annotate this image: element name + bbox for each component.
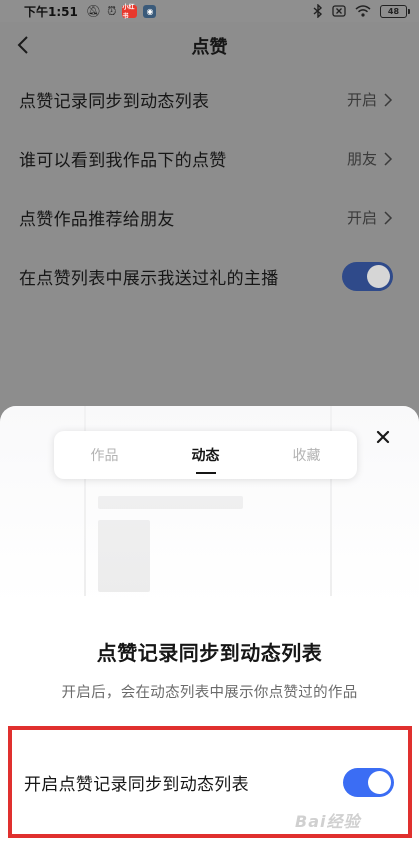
toggle-knob	[368, 770, 391, 794]
battery-icon: 48	[380, 4, 410, 18]
app-notification-icon: 小红书	[122, 4, 138, 20]
tab-favorites: 收藏	[292, 448, 321, 464]
setting-label: 点赞作品推荐给朋友	[19, 210, 175, 230]
toggle-knob	[367, 265, 390, 288]
setting-value: 开启	[346, 209, 377, 227]
chevron-right-icon	[384, 151, 393, 166]
setting-label: 在点赞列表中展示我送过礼的主播	[19, 269, 279, 289]
sync-likes-toggle[interactable]	[343, 767, 394, 797]
sheet-title: 点赞记录同步到动态列表	[96, 641, 323, 665]
tab-activity: 动态	[155, 445, 256, 465]
status-time: 下午1:51	[24, 4, 78, 19]
setting-value-group: 开启	[347, 89, 393, 110]
close-icon[interactable]	[374, 428, 392, 446]
page-title: 点赞	[191, 37, 228, 58]
setting-label: 点赞记录同步到动态列表	[19, 92, 210, 112]
app-notification-icon-2: ◉	[143, 4, 157, 18]
setting-recommend-liked[interactable]: 点赞作品推荐给朋友 开启	[0, 188, 419, 247]
status-icons-left: 🔕︎ ⏰︎ 小红书 ◉	[85, 4, 157, 20]
status-bar: 下午1:51 🔕︎ ⏰︎ 小红书 ◉ 48	[0, 0, 419, 22]
sim-off-icon	[332, 5, 346, 17]
setting-label: 谁可以看到我作品下的点赞	[19, 151, 227, 171]
status-icons-right: 48	[313, 4, 410, 18]
skeleton-card	[98, 520, 150, 592]
back-arrow-icon[interactable]	[14, 34, 36, 56]
setting-value: 开启	[346, 91, 377, 109]
chevron-right-icon	[384, 210, 393, 225]
skeleton-line	[98, 496, 243, 509]
sync-likes-label: 开启点赞记录同步到动态列表	[24, 774, 249, 795]
page-header: 点赞	[0, 22, 419, 70]
settings-list: 点赞记录同步到动态列表 开启 谁可以看到我作品下的点赞 朋友 点赞作品推荐给朋友…	[0, 70, 419, 306]
bell-off-icon: 🔕︎	[85, 4, 102, 18]
setting-who-can-see-likes[interactable]: 谁可以看到我作品下的点赞 朋友	[0, 129, 419, 188]
preview-tabs: 作品 动态 收藏	[54, 431, 357, 479]
watermark: Bai经验	[295, 812, 361, 831]
wifi-icon	[355, 5, 371, 17]
gifted-streamers-toggle[interactable]	[342, 262, 393, 291]
sheet-description: 开启后，会在动态列表中展示你点赞过的作品	[61, 685, 358, 701]
setting-value: 朋友	[346, 150, 377, 168]
alarm-icon: ⏰︎	[107, 4, 117, 18]
bottom-sheet: 作品 动态 收藏 点赞记录同步到动态列表 开启后，会在动态列表中展示你点赞过的作…	[0, 406, 419, 861]
setting-show-gifted-streamers: 在点赞列表中展示我送过礼的主播	[0, 247, 419, 306]
setting-value-group: 开启	[347, 207, 393, 228]
chevron-right-icon	[384, 92, 393, 107]
tab-works: 作品	[90, 448, 119, 464]
setting-value-group: 朋友	[347, 148, 393, 169]
setting-sync-likes[interactable]: 点赞记录同步到动态列表 开启	[0, 70, 419, 129]
bluetooth-icon	[313, 4, 323, 18]
